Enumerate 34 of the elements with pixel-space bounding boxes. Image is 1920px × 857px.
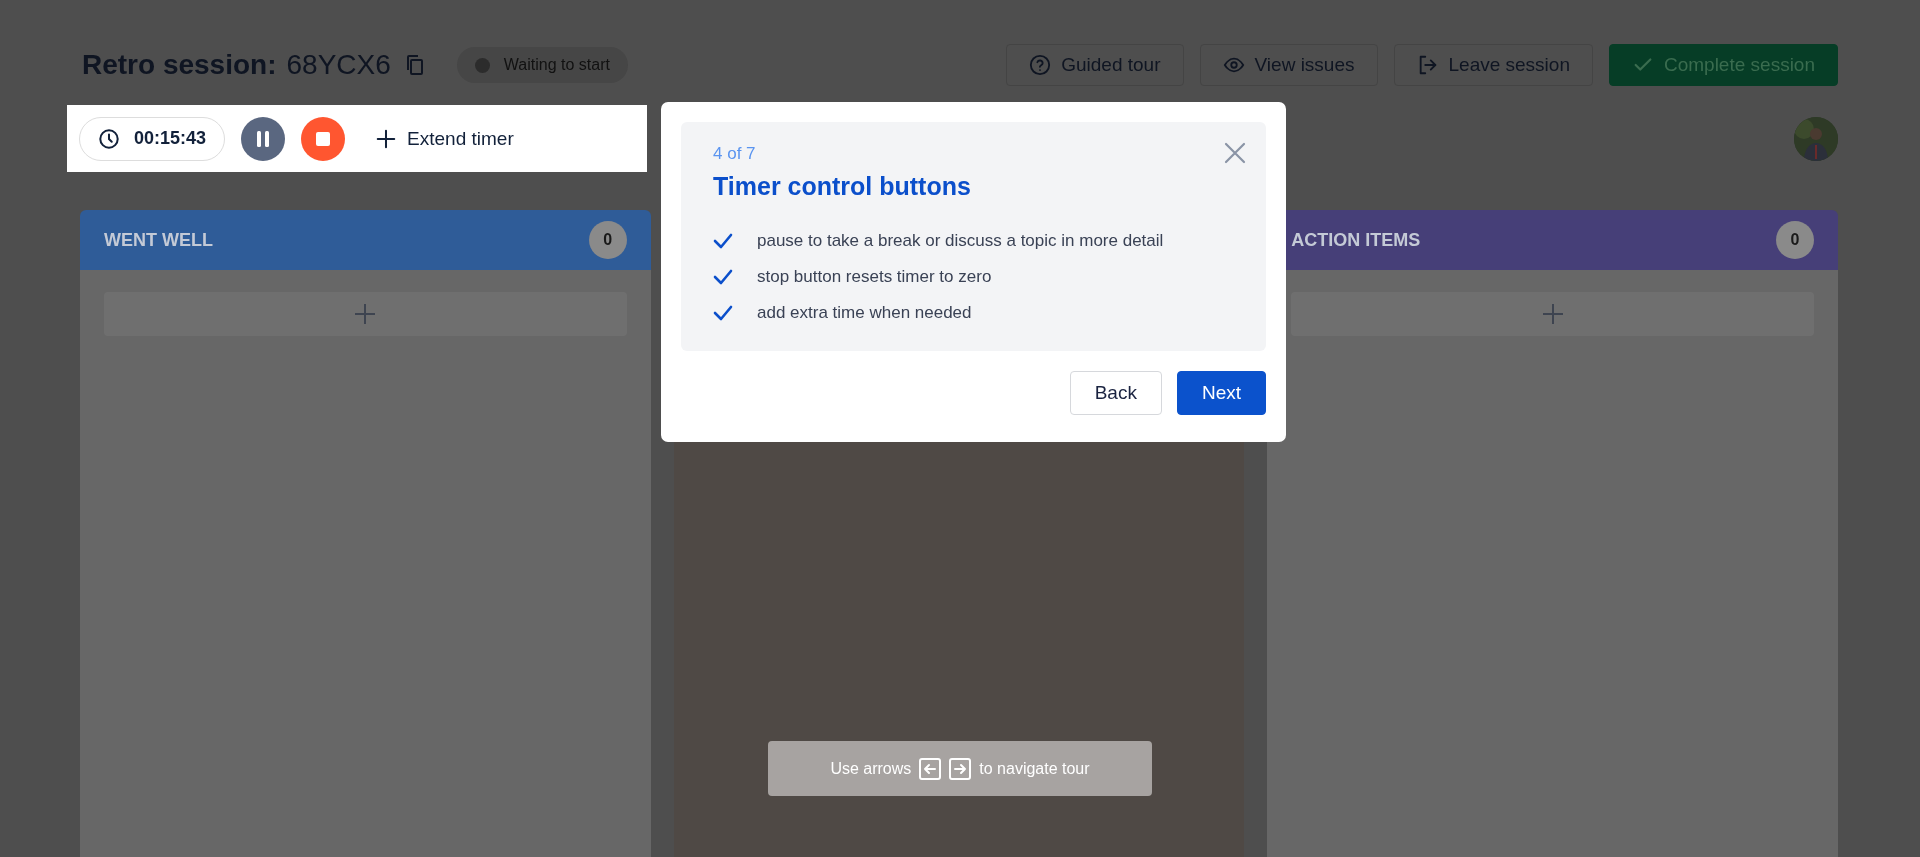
step-counter: 4 of 7 (713, 144, 757, 164)
extend-timer-button[interactable]: Extend timer (369, 126, 520, 151)
header-button[interactable]: Guided tour (1006, 44, 1184, 86)
plus-icon (375, 127, 398, 150)
help-icon (1029, 54, 1052, 76)
user-avatar[interactable] (1794, 116, 1838, 161)
right-arrow-key-icon (949, 757, 972, 780)
session-code: 68YCX6 (286, 49, 391, 81)
count-badge: 0 (588, 221, 627, 259)
pause-icon (255, 129, 272, 148)
timer-time: 00:15:43 (134, 128, 207, 149)
column-title: ACTION ITEMS (1291, 229, 1421, 251)
hint-text: Use arrows (830, 759, 912, 778)
header-button[interactable]: Leave session (1393, 44, 1593, 86)
count-badge: 0 (1776, 221, 1814, 259)
stop-icon (315, 130, 332, 147)
back-button[interactable]: Back (1069, 371, 1162, 415)
tour-point: stop button resets timer to zero (757, 267, 992, 287)
tour-point: add extra time when needed (757, 303, 972, 323)
left-arrow-key-icon (919, 757, 942, 780)
check-icon (713, 268, 733, 286)
session-title: Retro session: (82, 49, 277, 81)
plus-icon (1541, 303, 1564, 325)
header-button[interactable]: View issues (1199, 44, 1378, 86)
check-icon (713, 232, 733, 250)
plus-icon (354, 303, 377, 325)
tour-point: pause to take a break or discuss a topic in more detail (757, 231, 1164, 251)
check-icon (713, 304, 733, 322)
tour-title: Timer control buttons (713, 172, 972, 201)
clock-icon (98, 127, 120, 150)
column-title: WENT WELL (104, 229, 213, 251)
next-button[interactable]: Next (1176, 371, 1266, 415)
hint-text: to navigate tour (979, 759, 1090, 778)
close-button[interactable] (1222, 140, 1248, 166)
